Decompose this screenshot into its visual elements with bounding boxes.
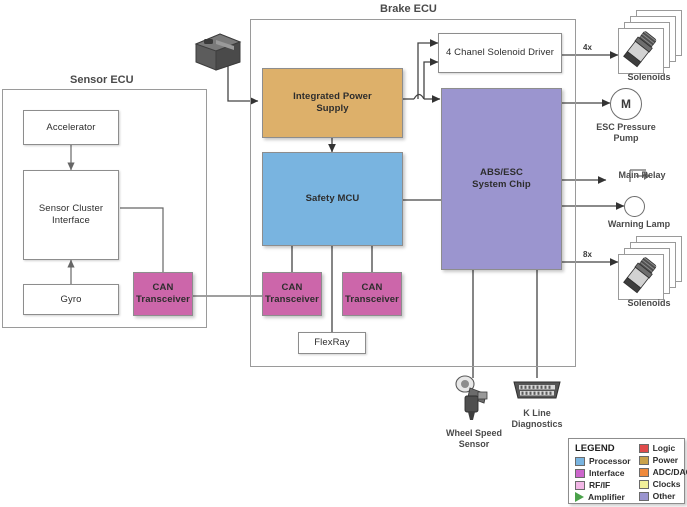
legend-label-processor: Processor [589, 456, 631, 466]
block-solenoid-driver[interactable]: 4 Chanel Solenoid Driver [438, 33, 562, 73]
block-label-can-transceiver-sensor: CAN Transceiver [136, 282, 190, 305]
legend: LEGEND Processor Interface RF/IF Amplifi… [568, 438, 687, 504]
multiplier-solenoids-top: 4x [583, 43, 592, 52]
block-label-solenoid-driver: 4 Chanel Solenoid Driver [445, 47, 554, 58]
wheel-speed-sensor-icon[interactable] [448, 372, 500, 429]
motor-icon[interactable]: M [610, 88, 642, 120]
battery-icon [192, 30, 244, 77]
diagram-canvas: Sensor ECU Brake ECU Accelerator Sensor … [0, 0, 687, 507]
caption-k-line-diagnostics: K Line Diagnostics [511, 408, 563, 429]
block-label-abs-esc-system-chip: ABS/ESC System Chip [472, 167, 531, 190]
legend-label-other: Other [652, 491, 676, 501]
block-accelerator[interactable]: Accelerator [23, 110, 119, 145]
caption-solenoids-top: Solenoids [627, 72, 671, 82]
solenoid-stack-icon-top[interactable] [618, 10, 682, 74]
legend-swatch-processor [575, 456, 585, 466]
legend-item-interface: Interface [575, 468, 631, 478]
block-flexray[interactable]: FlexRay [298, 332, 366, 354]
block-label-safety-mcu: Safety MCU [305, 193, 360, 204]
legend-swatch-other [638, 491, 649, 501]
block-label-sensor-cluster-interface: Sensor Cluster Interface [38, 203, 104, 226]
legend-item-processor: Processor [575, 456, 631, 466]
block-label-can-transceiver-left: CAN Transceiver [265, 282, 319, 305]
lamp-icon[interactable] [624, 196, 645, 217]
caption-main-relay: Main Relay [618, 170, 666, 180]
block-label-flexray: FlexRay [314, 337, 350, 348]
legend-label-rf-if: RF/IF [589, 480, 611, 490]
motor-symbol: M [621, 97, 631, 111]
legend-item-logic: Logic [638, 443, 687, 453]
group-title-sensor-ecu: Sensor ECU [70, 74, 134, 86]
legend-label-amplifier: Amplifier [588, 492, 625, 502]
legend-swatch-amplifier-triangle-icon [575, 492, 584, 502]
legend-swatch-rf-if [575, 480, 585, 490]
legend-swatch-power [638, 455, 649, 465]
block-abs-esc-system-chip[interactable]: ABS/ESC System Chip [441, 88, 562, 270]
legend-swatch-logic [638, 443, 649, 453]
block-sensor-cluster-interface[interactable]: Sensor Cluster Interface [23, 170, 119, 260]
caption-warning-lamp: Warning Lamp [607, 219, 671, 229]
legend-label-adc-dac: ADC/DAC [652, 467, 687, 477]
legend-item-clocks: Clocks [638, 479, 687, 489]
legend-swatch-adc-dac [638, 467, 649, 477]
legend-item-power: Power [638, 455, 687, 465]
block-label-accelerator: Accelerator [46, 121, 96, 133]
block-label-gyro: Gyro [60, 293, 82, 305]
legend-column-right: Logic Power ADC/DAC Clocks Other [638, 443, 687, 501]
block-integrated-power-supply[interactable]: Integrated Power Supply [262, 68, 403, 138]
group-title-brake-ecu: Brake ECU [380, 3, 437, 15]
legend-label-logic: Logic [652, 443, 676, 453]
legend-label-clocks: Clocks [652, 479, 681, 489]
solenoid-stack-icon-bottom[interactable] [618, 236, 682, 300]
legend-label-power: Power [652, 455, 679, 465]
legend-swatch-interface [575, 468, 585, 478]
legend-label-interface: Interface [589, 468, 625, 478]
legend-item-rf-if: RF/IF [575, 480, 631, 490]
obd-connector-icon[interactable] [511, 378, 563, 407]
block-label-integrated-power-supply: Integrated Power Supply [293, 91, 372, 114]
legend-title: LEGEND [575, 443, 615, 454]
caption-esc-pressure-pump: ESC Pressure Pump [596, 122, 656, 143]
multiplier-solenoids-bottom: 8x [583, 250, 592, 259]
block-can-transceiver-sensor[interactable]: CAN Transceiver [133, 272, 193, 316]
legend-item-adc-dac: ADC/DAC [638, 467, 687, 477]
block-safety-mcu[interactable]: Safety MCU [262, 152, 403, 246]
legend-swatch-clocks [638, 479, 649, 489]
legend-column-left: LEGEND Processor Interface RF/IF Amplifi… [575, 443, 631, 502]
block-can-transceiver-left[interactable]: CAN Transceiver [262, 272, 322, 316]
block-can-transceiver-right[interactable]: CAN Transceiver [342, 272, 402, 316]
block-label-can-transceiver-right: CAN Transceiver [345, 282, 399, 305]
caption-wheel-speed-sensor: Wheel Speed Sensor [445, 428, 502, 449]
caption-solenoids-bottom: Solenoids [627, 298, 671, 308]
legend-item-amplifier: Amplifier [575, 492, 631, 502]
block-gyro[interactable]: Gyro [23, 284, 119, 315]
legend-item-other: Other [638, 491, 687, 501]
